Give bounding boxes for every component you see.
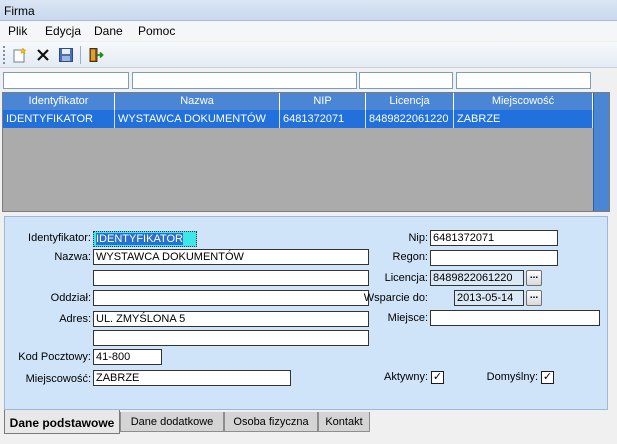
table-row[interactable]: IDENTYFIKATOR WYSTAWCA DOKUMENTÓW 648137… [3, 110, 593, 128]
filter-nip-input[interactable] [359, 72, 453, 89]
column-header-identyfikator[interactable]: Identyfikator [3, 93, 115, 110]
tab-strip: Dane podstawowe Dane dodatkowe Osoba fiz… [4, 410, 608, 434]
aktywny-checkbox[interactable]: ✓ [431, 371, 444, 384]
label-miejsce: Miejsce: [387, 312, 428, 324]
details-panel: Identyfikator: Nazwa: Oddział: Adres: Ko… [4, 216, 608, 410]
filter-miejscowosc-input[interactable] [456, 72, 591, 89]
cell-nazwa: WYSTAWCA DOKUMENTÓW [115, 110, 280, 128]
cell-miejscowosc: ZABRZE [454, 110, 593, 128]
label-adres: Adres: [59, 313, 91, 325]
regon-field[interactable] [430, 250, 558, 266]
tab-osoba-fizyczna[interactable]: Osoba fizyczna [224, 412, 318, 432]
nazwa-field-1[interactable]: WYSTAWCA DOKUMENTÓW [93, 249, 369, 265]
cell-nip: 6481372071 [280, 110, 366, 128]
identyfikator-value: IDENTYFIKATOR [96, 233, 183, 245]
new-document-icon[interactable] [10, 45, 30, 65]
data-grid: Identyfikator Nazwa NIP Licencja Miejsco… [2, 92, 610, 212]
column-header-miejscowosc[interactable]: Miejscowość [454, 93, 593, 110]
tab-dane-podstawowe[interactable]: Dane podstawowe [4, 410, 120, 434]
wsparcie-do-field[interactable]: 2013-05-14 [454, 290, 524, 306]
cell-identyfikator: IDENTYFIKATOR [3, 110, 115, 128]
licencja-browse-button[interactable]: ... [526, 270, 542, 286]
wsparcie-do-picker-button[interactable]: ... [526, 290, 542, 306]
window-title: Firma [4, 4, 35, 18]
tab-kontakt[interactable]: Kontakt [318, 412, 370, 432]
filter-nazwa-input[interactable] [132, 72, 357, 89]
grid-header: Identyfikator Nazwa NIP Licencja Miejsco… [3, 93, 593, 110]
exit-door-icon[interactable] [86, 45, 106, 65]
label-miejscowosc: Miejscowość: [25, 373, 91, 385]
column-header-nip[interactable]: NIP [280, 93, 366, 110]
oddzial-field[interactable] [93, 290, 369, 306]
toolbar [0, 42, 617, 68]
column-header-nazwa[interactable]: Nazwa [115, 93, 280, 110]
adres-field-1[interactable]: UL. ZMYŚLONA 5 [93, 311, 369, 327]
column-header-licencja[interactable]: Licencja [366, 93, 454, 110]
menu-pomoc[interactable]: Pomoc [138, 24, 175, 38]
menu-plik[interactable]: Plik [8, 24, 27, 38]
nazwa-field-2[interactable] [93, 270, 369, 286]
label-licencja: Licencja: [384, 272, 428, 284]
delete-icon[interactable] [33, 45, 53, 65]
menu-edycja[interactable]: Edycja [45, 24, 81, 38]
tab-dane-dodatkowe[interactable]: Dane dodatkowe [120, 412, 224, 432]
label-identyfikator: Identyfikator: [28, 232, 91, 244]
label-nip: Nip: [408, 232, 428, 244]
identyfikator-field[interactable]: IDENTYFIKATOR [93, 231, 197, 247]
label-domyslny: Domyślny: [486, 371, 538, 383]
grid-scrollbar[interactable] [593, 93, 609, 211]
menu-bar: Plik Edycja Dane Pomoc [0, 21, 617, 41]
label-nazwa: Nazwa: [54, 251, 91, 263]
licencja-field[interactable]: 8489822061220 [430, 270, 524, 286]
cell-licencja: 8489822061220 [366, 110, 454, 128]
toolbar-grip[interactable] [3, 46, 6, 64]
label-aktywny: Aktywny: [383, 371, 428, 383]
miejscowosc-field[interactable]: ZABRZE [93, 370, 291, 386]
label-wsparcie-do: Wsparcie do: [363, 292, 428, 304]
menu-dane[interactable]: Dane [94, 24, 123, 38]
label-oddzial: Oddział: [50, 292, 91, 304]
miejsce-field[interactable] [430, 310, 600, 326]
window-titlebar: Firma [0, 0, 617, 21]
adres-field-2[interactable] [93, 330, 369, 346]
nip-field[interactable]: 6481372071 [430, 230, 558, 246]
label-kod-pocztowy: Kod Pocztowy: [18, 351, 91, 363]
kod-pocztowy-field[interactable]: 41-800 [93, 349, 162, 365]
save-icon[interactable] [56, 45, 76, 65]
filter-identyfikator-input[interactable] [3, 72, 129, 89]
domyslny-checkbox[interactable]: ✓ [541, 371, 554, 384]
toolbar-separator [80, 46, 81, 64]
label-regon: Regon: [392, 251, 428, 263]
